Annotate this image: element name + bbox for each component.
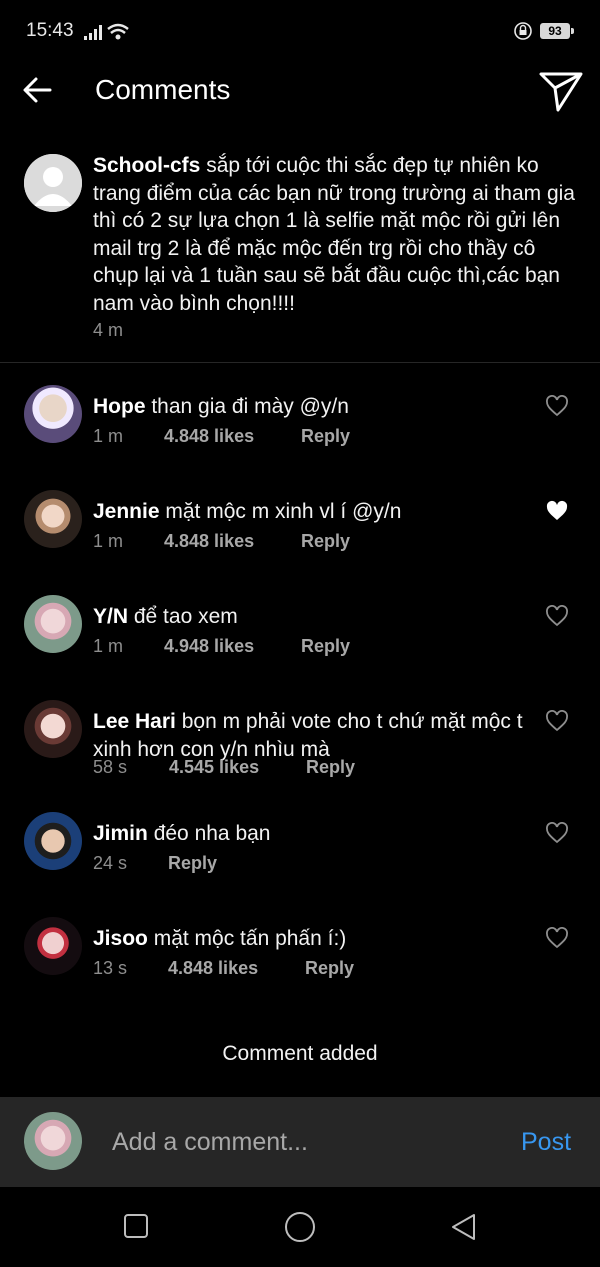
reply-button[interactable]: Reply (301, 636, 350, 657)
comment-time: 58 s (93, 757, 128, 777)
comment-username[interactable]: Jimin (93, 822, 148, 845)
avatar[interactable] (24, 812, 82, 870)
comment-meta: 24 s Reply (93, 853, 217, 874)
comment-likes[interactable]: 4.848 likes (164, 531, 296, 552)
comment-composer: Add a comment... Post (0, 1097, 600, 1187)
reply-button[interactable]: Reply (306, 757, 355, 778)
comment-time: 24 s (93, 853, 128, 873)
post-time: 4 m (93, 320, 124, 340)
default-avatar-icon (24, 154, 82, 212)
post-caption: School-cfs sắp tới cuộc thi sắc đẹp tự n… (0, 140, 600, 363)
comment-text: mặt mộc tấn phấn í:) (153, 927, 347, 950)
comment-username[interactable]: Jennie (93, 500, 160, 523)
comment-likes[interactable]: 4.948 likes (164, 636, 296, 657)
comment-meta: 13 s 4.848 likes Reply (93, 958, 354, 979)
comment-meta: 1 m 4.948 likes Reply (93, 636, 350, 657)
paper-plane-icon[interactable] (538, 68, 584, 114)
heart-icon[interactable] (545, 605, 569, 627)
square-icon[interactable] (123, 1213, 149, 1239)
battery-indicator: 93 (540, 23, 574, 39)
post-button[interactable]: Post (521, 1128, 571, 1157)
comment-time: 1 m (93, 636, 124, 656)
reply-button[interactable]: Reply (305, 958, 354, 979)
comment-username[interactable]: Hope (93, 395, 146, 418)
comment-input[interactable]: Add a comment... (112, 1128, 308, 1157)
heart-icon[interactable] (545, 395, 569, 417)
comment-meta: 1 m 4.848 likes Reply (93, 426, 350, 447)
arrow-left-icon[interactable] (20, 72, 56, 108)
comment-text: đéo nha bạn (153, 822, 271, 845)
avatar[interactable] (24, 385, 82, 443)
comment-time: 13 s (93, 958, 128, 978)
reply-button[interactable]: Reply (168, 853, 217, 874)
comment-time: 1 m (93, 426, 124, 446)
comment-username[interactable]: Y/N (93, 605, 128, 628)
reply-button[interactable]: Reply (301, 531, 350, 552)
comment-text: mặt mộc m xinh vl í @y/n (165, 500, 402, 523)
comment-username[interactable]: Lee Hari (93, 710, 176, 733)
page-title: Comments (95, 74, 231, 105)
comment-likes[interactable]: 4.848 likes (164, 426, 296, 447)
comment-added-toast: Comment added (222, 1042, 378, 1065)
comment-likes[interactable]: 4.545 likes (169, 757, 301, 778)
circle-icon[interactable] (284, 1211, 316, 1243)
post-avatar[interactable] (24, 154, 82, 212)
comment-username[interactable]: Jisoo (93, 927, 148, 950)
system-nav-bar (0, 1187, 600, 1267)
avatar[interactable] (24, 917, 82, 975)
avatar[interactable] (24, 700, 82, 758)
rotation-lock-icon (514, 22, 532, 40)
reply-button[interactable]: Reply (301, 426, 350, 447)
comment-time: 1 m (93, 531, 124, 551)
post-text: sắp tới cuộc thi sắc đẹp tự nhiên ko tra… (93, 154, 575, 315)
signal-wifi-icon (84, 23, 129, 40)
status-time: 15:43 (26, 20, 74, 41)
composer-avatar (24, 1112, 82, 1170)
heart-icon[interactable] (545, 710, 569, 732)
comment-text: để tao xem (133, 605, 238, 628)
triangle-back-icon[interactable] (450, 1213, 478, 1241)
avatar[interactable] (24, 490, 82, 548)
comment-likes[interactable]: 4.848 likes (168, 958, 300, 979)
post-username[interactable]: School-cfs (93, 154, 200, 177)
comments-header: Comments (0, 62, 600, 122)
comment-meta: 1 m 4.848 likes Reply (93, 531, 350, 552)
comment-meta: 58 s 4.545 likes Reply (93, 757, 355, 778)
avatar[interactable] (24, 595, 82, 653)
comment-text: than gia đi mày @y/n (151, 395, 349, 418)
heart-icon[interactable] (545, 822, 569, 844)
heart-icon[interactable] (545, 927, 569, 949)
heart-icon[interactable] (545, 500, 569, 522)
status-bar: 15:43 93 (0, 0, 600, 62)
